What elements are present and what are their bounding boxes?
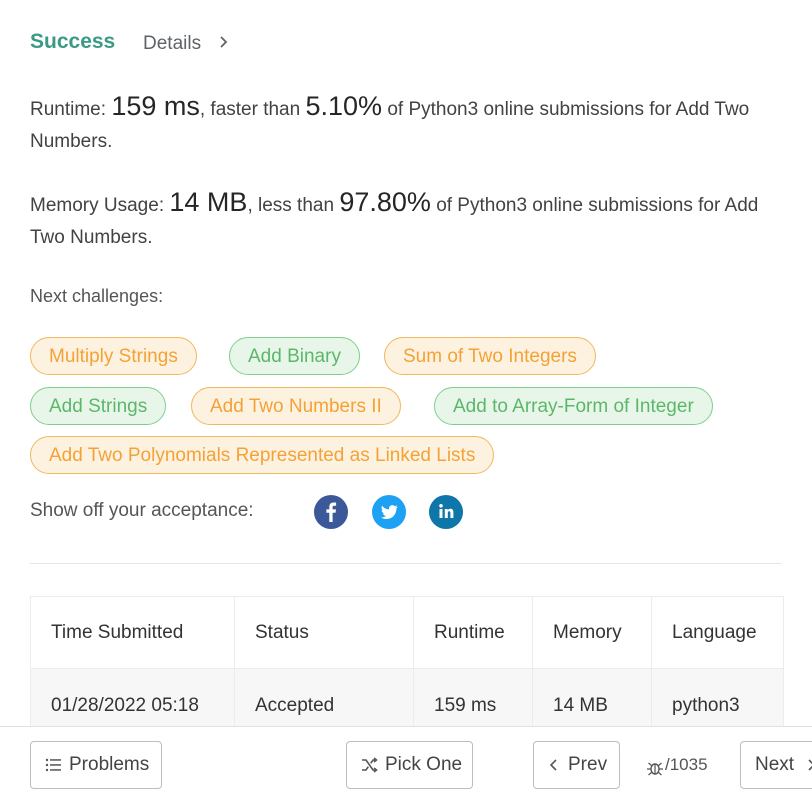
- chevron-left-icon: [549, 759, 557, 771]
- pick-one-button[interactable]: Pick One: [346, 741, 473, 789]
- challenge-tag[interactable]: Add Two Polynomials Represented as Linke…: [30, 436, 495, 474]
- divider: [30, 563, 782, 564]
- runtime-value: 159 ms: [111, 91, 200, 121]
- prev-button[interactable]: Prev: [533, 741, 620, 789]
- column-header-runtime[interactable]: Runtime: [413, 596, 533, 669]
- submissions-table: Time Submitted Status Runtime Memory Lan…: [30, 596, 784, 743]
- column-header-language[interactable]: Language: [651, 596, 784, 669]
- chevron-right-icon: [808, 759, 812, 771]
- table-header-row: Time Submitted Status Runtime Memory Lan…: [30, 596, 784, 669]
- problems-button[interactable]: Problems: [30, 741, 162, 789]
- list-icon: [45, 758, 61, 772]
- pick-one-label: Pick One: [385, 754, 463, 775]
- runtime-percent: 5.10%: [305, 91, 383, 121]
- column-header-status[interactable]: Status: [234, 596, 414, 669]
- next-label: Next: [755, 754, 795, 775]
- runtime-stat: Runtime: 159 ms, faster than 5.10% of Py…: [30, 90, 790, 158]
- problems-label: Problems: [69, 754, 150, 775]
- problem-counter: /1035: [665, 755, 708, 774]
- memory-stat: Memory Usage: 14 MB, less than 97.80% of…: [30, 186, 790, 254]
- runtime-label: Runtime:: [30, 99, 107, 120]
- challenge-tag[interactable]: Multiply Strings: [30, 337, 197, 375]
- column-header-memory[interactable]: Memory: [532, 596, 652, 669]
- memory-percent: 97.80%: [339, 187, 431, 217]
- linkedin-icon[interactable]: [429, 495, 463, 529]
- memory-label: Memory Usage:: [30, 195, 165, 216]
- next-button[interactable]: Next: [740, 741, 812, 789]
- challenge-tag[interactable]: Add Strings: [30, 387, 167, 425]
- challenge-tag[interactable]: Add Binary: [229, 337, 360, 375]
- runtime-mid: , faster than: [199, 99, 301, 120]
- result-title: Success: [30, 30, 116, 53]
- challenge-tag[interactable]: Add to Array-Form of Integer: [434, 387, 713, 425]
- shuffle-icon: [362, 757, 378, 773]
- memory-mid: , less than: [247, 195, 335, 216]
- chevron-right-icon: [220, 36, 228, 48]
- details-link[interactable]: Details: [143, 33, 201, 55]
- facebook-icon[interactable]: [314, 495, 348, 529]
- challenge-tag[interactable]: Sum of Two Integers: [384, 337, 596, 375]
- twitter-icon[interactable]: [372, 495, 406, 529]
- memory-value: 14 MB: [169, 187, 248, 217]
- next-challenges-label: Next challenges:: [30, 286, 164, 306]
- bug-icon[interactable]: [646, 760, 664, 776]
- share-label: Show off your acceptance:: [30, 500, 254, 521]
- prev-label: Prev: [568, 754, 608, 775]
- challenge-tag[interactable]: Add Two Numbers II: [191, 387, 401, 425]
- column-header-time[interactable]: Time Submitted: [30, 596, 235, 669]
